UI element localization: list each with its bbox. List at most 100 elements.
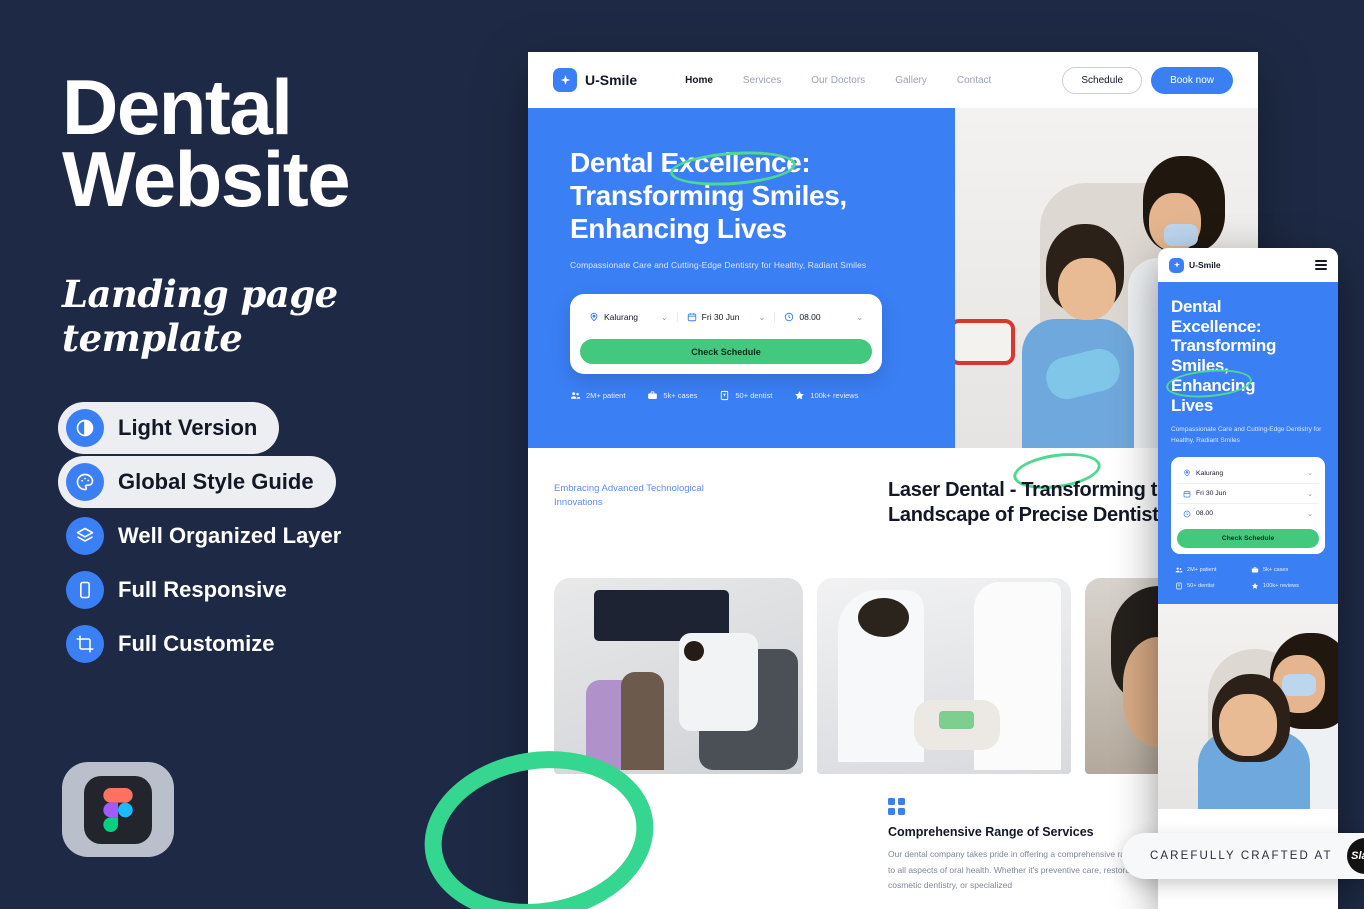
chevron-down-icon: ⌄ — [660, 312, 668, 322]
gallery-image-surgery — [817, 578, 1071, 774]
location-select[interactable]: Kalurang ⌄ — [580, 312, 677, 322]
schedule-button[interactable]: Schedule — [1062, 66, 1143, 94]
mobile-date-select[interactable]: Fri 30 Jun ⌄ — [1177, 483, 1319, 503]
mobile-time-value: 08.00 — [1196, 510, 1214, 518]
pin-icon — [590, 312, 598, 322]
mobile-check-schedule-button[interactable]: Check Schedule — [1177, 529, 1319, 549]
mobile-date-value: Fri 30 Jun — [1196, 490, 1227, 498]
badge-icon — [721, 391, 729, 401]
desktop-navbar: U-Smile Home Services Our Doctors Galler… — [528, 52, 1258, 108]
time-value: 08.00 — [799, 312, 821, 323]
mobile-heading-line-1: Dental — [1171, 297, 1222, 316]
nav-item-contact[interactable]: Contact — [957, 75, 991, 86]
nav-item-our-doctors[interactable]: Our Doctors — [811, 75, 865, 86]
feature-item-well-organized-layer: Well Organized Layer — [58, 510, 363, 562]
feature-label: Well Organized Layer — [118, 523, 342, 548]
check-schedule-button[interactable]: Check Schedule — [580, 339, 872, 365]
briefcase-icon — [1251, 567, 1259, 573]
feature-label: Global Style Guide — [118, 469, 314, 494]
stat-item: 2M+ patient — [1175, 566, 1245, 574]
hero-subheading: Compassionate Care and Cutting-Edge Dent… — [570, 260, 867, 271]
calendar-icon — [687, 313, 696, 322]
brand-name: U-Smile — [585, 72, 638, 88]
booking-fields: Kalurang ⌄ Fri 30 Jun ⌄ 08.00 ⌄ — [580, 304, 872, 330]
chevron-down-icon: ⌄ — [1307, 470, 1313, 478]
navbar-actions: Schedule Book now — [1062, 66, 1233, 94]
clock-icon — [785, 312, 794, 322]
mobile-stats: 2M+ patient 5k+ cases 50+ dentist 100k+ … — [1171, 566, 1325, 590]
feature-label: Light Version — [118, 415, 258, 440]
hamburger-icon[interactable] — [1315, 260, 1327, 270]
stat-value: 100k+ reviews — [1263, 583, 1299, 590]
time-select[interactable]: 08.00 ⌄ — [774, 312, 872, 323]
pin-icon — [1184, 469, 1190, 477]
chevron-down-icon: ⌄ — [1307, 510, 1313, 518]
mobile-brand-logo[interactable]: U-Smile — [1169, 257, 1221, 273]
mobile-location-value: Kalurang — [1196, 469, 1224, 477]
nav-links: Home Services Our Doctors Gallery Contac… — [685, 75, 991, 86]
contrast-icon — [66, 409, 104, 447]
users-icon — [1175, 567, 1183, 573]
feature-item-full-responsive: Full Responsive — [58, 564, 309, 616]
mobile-icon — [66, 571, 104, 609]
star-icon — [1251, 582, 1259, 589]
mobile-location-select[interactable]: Kalurang ⌄ — [1177, 463, 1319, 483]
innovation-section: Embracing Advanced Technological Innovat… — [528, 448, 1258, 578]
chevron-down-icon: ⌄ — [1307, 490, 1313, 498]
nav-item-services[interactable]: Services — [743, 75, 781, 86]
stat-item: 100k+ reviews — [794, 390, 858, 401]
title-line-1: Dental — [62, 63, 293, 151]
calendar-icon — [1183, 490, 1191, 497]
brand-logo[interactable]: U-Smile — [553, 68, 637, 92]
left-info-panel: Dental Website Landing page template Lig… — [0, 0, 528, 909]
figma-badge — [62, 762, 174, 857]
hero-section: Dental Excellence: Transforming Smiles, … — [528, 108, 1258, 448]
mobile-mockup: U-Smile Dental Excellence: Transforming … — [1158, 248, 1338, 909]
stat-item: 5k+ cases — [647, 390, 697, 401]
figma-logo-icon — [84, 775, 152, 844]
chevron-down-icon: ⌄ — [856, 312, 864, 322]
mobile-hero: Dental Excellence: Transforming Smiles, … — [1158, 282, 1338, 605]
section-eyebrow: Embracing Advanced Technological Innovat… — [554, 483, 704, 509]
book-now-button[interactable]: Book now — [1151, 66, 1233, 94]
palette-icon — [66, 463, 104, 501]
hero-heading-line-3: Enhancing Lives — [570, 213, 787, 245]
chevron-down-icon: ⌄ — [758, 312, 766, 322]
slab-logo: Slab! — [1346, 838, 1364, 874]
stat-item: 2M+ patient — [570, 390, 625, 401]
feature-label: Full Responsive — [118, 577, 287, 602]
mobile-subheading: Compassionate Care and Cutting-Edge Dent… — [1171, 426, 1322, 444]
mobile-hero-photo — [1158, 604, 1338, 810]
feature-label: Full Customize — [118, 631, 275, 656]
crop-icon — [66, 625, 104, 663]
feature-list: Light Version Global Style Guide Well Or… — [58, 402, 478, 672]
stat-item: 50+ dentist — [719, 390, 772, 401]
mobile-brand-name: U-Smile — [1189, 260, 1221, 270]
nav-item-gallery[interactable]: Gallery — [895, 75, 927, 86]
mobile-heading-line-6: Lives — [1171, 395, 1213, 415]
date-select[interactable]: Fri 30 Jun ⌄ — [676, 312, 775, 323]
stat-value: 2M+ patient — [586, 391, 626, 401]
stat-value: 5k+ cases — [663, 391, 698, 401]
mobile-heading-line-2: Excellence: — [1171, 316, 1262, 336]
gallery-image-clinic — [554, 578, 804, 774]
mobile-booking-widget: Kalurang ⌄ Fri 30 Jun ⌄ 08.00 ⌄ Check Sc… — [1171, 457, 1325, 555]
sparkle-icon — [553, 68, 577, 92]
users-icon — [570, 392, 581, 399]
stat-value: 5k+ cases — [1263, 567, 1289, 574]
layers-icon — [66, 517, 104, 555]
mobile-heading-line-3: Transforming — [1171, 336, 1277, 356]
feature-item-global-style-guide: Global Style Guide — [58, 456, 336, 508]
nav-item-home[interactable]: Home — [685, 75, 713, 86]
page-title: Dental Website — [62, 63, 502, 217]
stat-value: 2M+ patient — [1187, 567, 1217, 574]
feature-item-light-version: Light Version — [58, 402, 280, 454]
mobile-time-select[interactable]: 08.00 ⌄ — [1177, 503, 1319, 523]
stat-value: 50+ dentist — [735, 391, 773, 401]
booking-widget: Kalurang ⌄ Fri 30 Jun ⌄ 08.00 ⌄ Check Sc… — [570, 294, 882, 375]
star-icon — [795, 391, 805, 400]
crafted-text: CAREFULLY CRAFTED AT — [1150, 850, 1333, 862]
hero-content: Dental Excellence: Transforming Smiles, … — [528, 108, 955, 448]
clock-icon — [1183, 510, 1191, 517]
mobile-navbar: U-Smile — [1158, 248, 1338, 282]
